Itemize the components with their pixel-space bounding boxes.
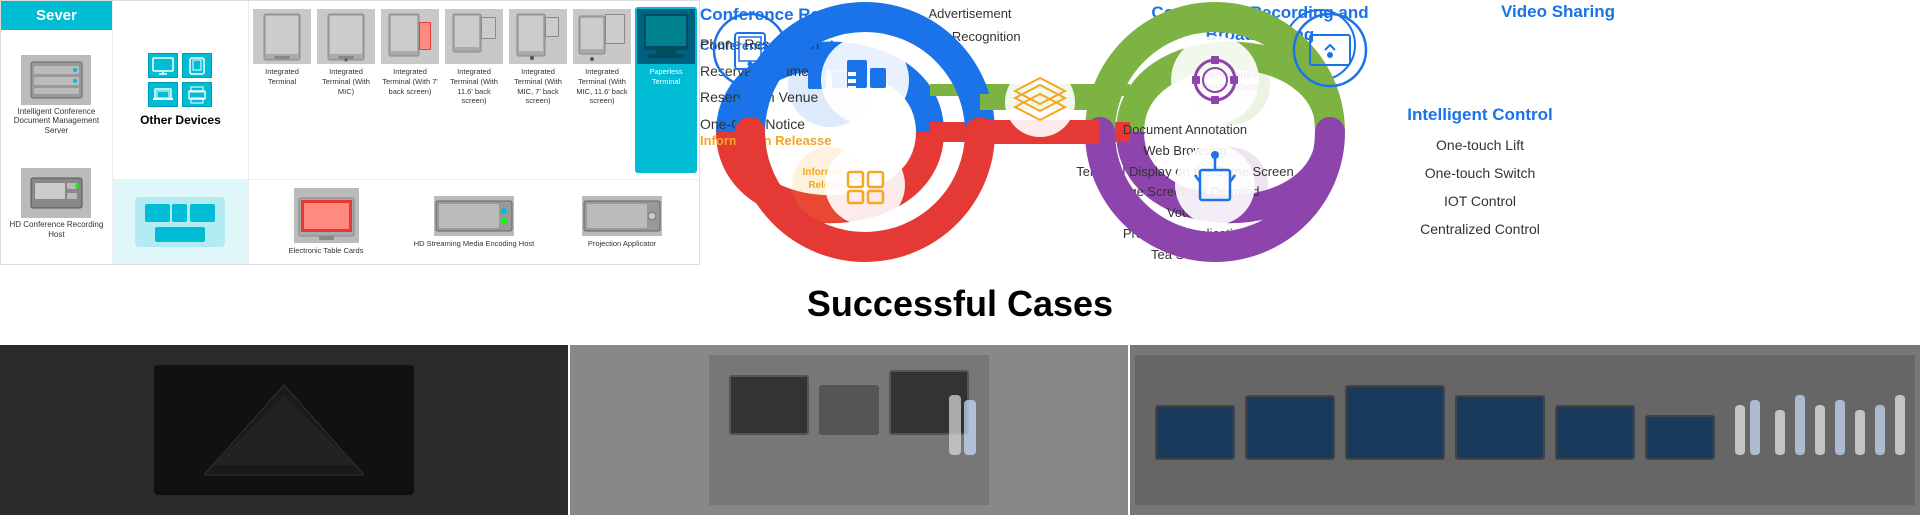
projection-img xyxy=(582,196,662,236)
tea-service: Tea Service xyxy=(1070,245,1300,266)
intelligent-control-area: Intelligent Control One-touch Lift One-t… xyxy=(1380,105,1580,243)
other-devices-top: Other Devices xyxy=(113,1,248,179)
laptop-icon xyxy=(148,82,178,107)
voting: Voting xyxy=(1070,203,1300,224)
terminal-4-img xyxy=(445,9,503,64)
monitor-icon xyxy=(148,53,178,78)
conf-item-venue: Reservation Venue xyxy=(700,84,920,111)
server-header: Sever xyxy=(1,1,112,30)
server-label-1: Intelligent Conference Document Manageme… xyxy=(5,107,108,136)
page: Sever Intellig xyxy=(0,0,1920,516)
streaming-host-img xyxy=(434,196,514,236)
other-devices-column: Other Devices xyxy=(113,1,249,264)
image-block-1 xyxy=(0,345,570,515)
conf-recording-area: Conference Recording and Broadcasting xyxy=(1145,2,1375,46)
terminal-3-img xyxy=(381,9,439,64)
web-browsing: Web Browsing xyxy=(1070,141,1300,162)
terminal-3: Integrated Terminal (With 7' back screen… xyxy=(379,7,441,173)
svg-text:Reservation: Reservation xyxy=(1201,82,1258,93)
terminal-6: Integrated Terminal (With MIC, 11.6' bac… xyxy=(571,7,633,173)
image-block-3 xyxy=(1130,345,1920,515)
devices-bottom-row: Electronic Table Cards HD Streaming Medi… xyxy=(249,179,699,264)
projection: Projection Applicator xyxy=(549,184,695,260)
other-icons-grid xyxy=(148,53,212,107)
terminal-6-label: Integrated Terminal (With MIC, 11.6' bac… xyxy=(573,67,631,106)
svg-text:Releasse: Releasse xyxy=(808,180,852,191)
intelligent-control-title: Intelligent Control xyxy=(1380,105,1580,125)
terminal-1: Integrated Terminal xyxy=(251,7,313,173)
terminal-2-img xyxy=(317,9,375,64)
server-column: Sever Intellig xyxy=(1,1,113,264)
terminal-4-label: Integrated Terminal (With 11.6' back scr… xyxy=(445,67,503,106)
tablet-icon xyxy=(182,53,212,78)
conf-recording-title: Conference Recording and Broadcasting xyxy=(1145,2,1375,46)
terminal-display: Terminal Display on the Same Screen xyxy=(1070,162,1300,183)
table-cards-img xyxy=(294,188,359,243)
server-device-2: HD Conference Recording Host xyxy=(5,168,108,239)
successful-cases-title: Successful Cases xyxy=(807,283,1113,324)
image-strip xyxy=(0,345,1920,515)
terminal-4: Integrated Terminal (With 11.6' back scr… xyxy=(443,7,505,173)
server-img-1 xyxy=(21,55,91,105)
video-sharing-title: Video Sharing xyxy=(1478,2,1638,22)
svg-text:Information: Information xyxy=(803,167,858,178)
conf-reservation-right: Document Annotation Web Browsing Termina… xyxy=(1070,120,1300,266)
server-label-2: HD Conference Recording Host xyxy=(5,220,108,239)
successful-cases-section: Successful Cases xyxy=(0,265,1920,337)
video-sharing-area: Video Sharing xyxy=(1478,2,1638,22)
terminal-2: Integrated Terminal (With MIC) xyxy=(315,7,377,173)
terminal-5-img xyxy=(509,9,567,64)
iot-control: IOT Control xyxy=(1380,187,1580,215)
terminal-3-label: Integrated Terminal (With 7' back screen… xyxy=(381,67,439,96)
face-recognition-text: Face Recognition xyxy=(870,25,1070,48)
projection-app: Projection Application xyxy=(1070,224,1300,245)
one-touch-lift: One-touch Lift xyxy=(1380,131,1580,159)
conf-item-time: Reservation Time xyxy=(700,58,920,85)
server-content: Intelligent Conference Document Manageme… xyxy=(1,30,112,264)
conf-item-notice: One-Click Notice xyxy=(700,111,920,138)
streaming-host-label: HD Streaming Media Encoding Host xyxy=(414,239,534,249)
terminal-5-label: Integrated Terminal (With MIC, 7' back s… xyxy=(509,67,567,106)
terminal-5: Integrated Terminal (With MIC, 7' back s… xyxy=(507,7,569,173)
terminal-6-img xyxy=(573,9,631,64)
projection-label: Projection Applicator xyxy=(588,239,656,249)
centralized-control: Centralized Control xyxy=(1380,215,1580,243)
streaming-host: HD Streaming Media Encoding Host xyxy=(401,184,547,260)
table-cards: Electronic Table Cards xyxy=(253,184,399,260)
table-cards-label: Electronic Table Cards xyxy=(289,246,364,256)
left-section: Sever Intellig xyxy=(0,0,700,265)
terminal-2-label: Integrated Terminal (With MIC) xyxy=(317,67,375,96)
terminals-top-row: Integrated Terminal Integrated Terminal … xyxy=(249,1,699,179)
server-img-2 xyxy=(21,168,91,218)
advertisement-area: Advertisement Face Recognition xyxy=(870,2,1070,49)
terminal-1-label: Integrated Terminal xyxy=(253,67,311,87)
printer-icon xyxy=(182,82,212,107)
server-device-1: Intelligent Conference Document Manageme… xyxy=(5,55,108,136)
one-touch-switch: One-touch Switch xyxy=(1380,159,1580,187)
svg-text:Conference: Conference xyxy=(1202,70,1257,81)
terminal-1-img xyxy=(253,9,311,64)
advertisement-text: Advertisement xyxy=(870,2,1070,25)
image-block-2 xyxy=(570,345,1130,515)
large-screen: Large Screen on Demand xyxy=(1070,182,1300,203)
other-devices-label: Other Devices xyxy=(140,113,221,127)
terminals-column: Integrated Terminal Integrated Terminal … xyxy=(249,1,699,264)
other-devices-bg xyxy=(113,179,248,264)
doc-annotation: Document Annotation xyxy=(1070,120,1300,141)
